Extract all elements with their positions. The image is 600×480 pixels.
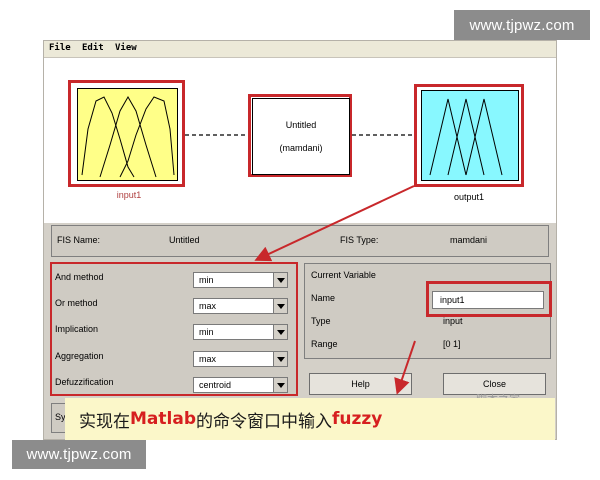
annotation-arrows [254, 185, 416, 395]
caption-part-1: 实现在 [79, 411, 130, 432]
caption-part-4: fuzzy [331, 409, 383, 429]
caption-part-2: Matlab [130, 409, 196, 429]
fis-editor-window: File Edit View input1 Untitled (mamdani) [43, 40, 557, 440]
caption-part-3: 的命令窗口中输入 [195, 411, 332, 432]
caption-banner: 实现在 Matlab 的命令窗口中输入 fuzzy [65, 398, 555, 440]
watermark-top: www.tjpwz.com [454, 10, 590, 40]
arrow-to-methods [254, 185, 415, 262]
watermark-bottom: www.tjpwz.com [12, 440, 146, 469]
arrow-to-help [394, 340, 416, 395]
